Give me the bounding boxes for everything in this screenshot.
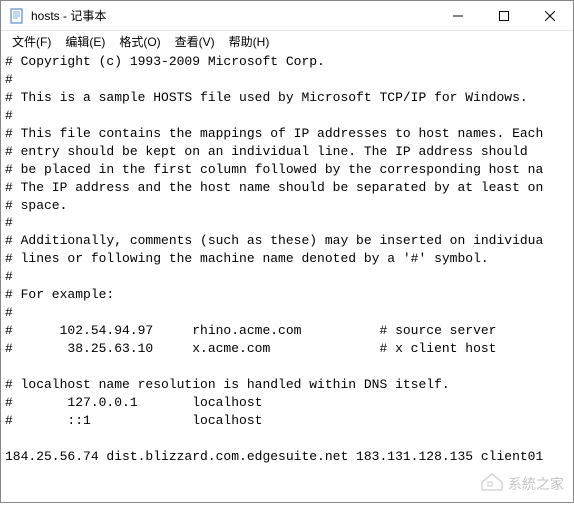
notepad-icon [9, 8, 25, 24]
minimize-button[interactable] [435, 1, 481, 30]
window-controls [435, 1, 573, 30]
maximize-button[interactable] [481, 1, 527, 30]
text-editor[interactable] [1, 51, 573, 502]
menu-file[interactable]: 文件(F) [5, 31, 58, 52]
menu-help[interactable]: 帮助(H) [222, 31, 277, 52]
menu-view[interactable]: 查看(V) [168, 31, 222, 52]
menu-format[interactable]: 格式(O) [112, 31, 167, 52]
close-button[interactable] [527, 1, 573, 30]
menu-edit[interactable]: 编辑(E) [58, 31, 112, 52]
titlebar: hosts - 记事本 [1, 1, 573, 31]
menubar: 文件(F) 编辑(E) 格式(O) 查看(V) 帮助(H) [1, 31, 573, 51]
window-title: hosts - 记事本 [29, 7, 435, 24]
